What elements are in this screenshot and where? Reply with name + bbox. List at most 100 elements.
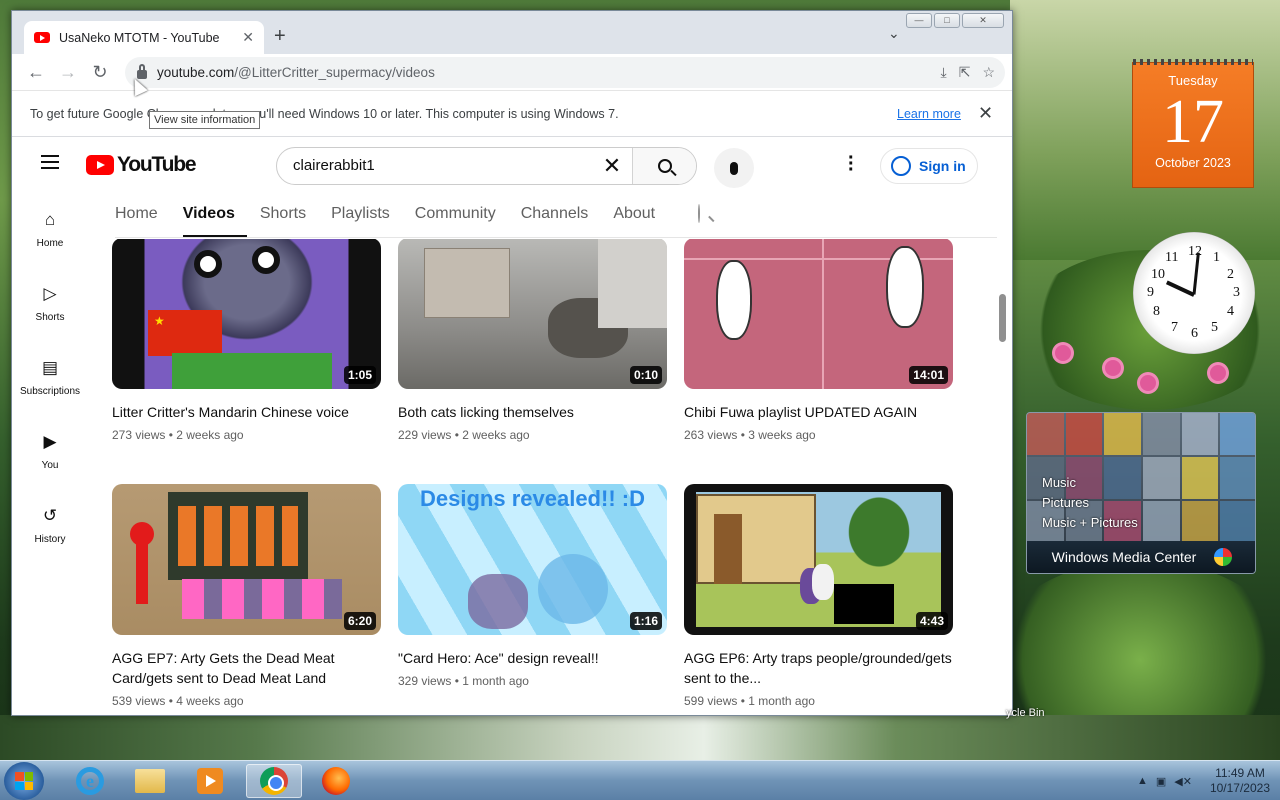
infobar-close-icon[interactable]: ✕ bbox=[978, 103, 993, 124]
new-tab-button[interactable]: + bbox=[274, 25, 286, 48]
video-duration: 14:01 bbox=[909, 366, 948, 384]
sign-in-button[interactable]: Sign in bbox=[880, 148, 978, 184]
video-thumbnail[interactable]: 0:10 bbox=[398, 239, 667, 389]
youtube-favicon-icon bbox=[34, 32, 50, 43]
guide-item-home[interactable]: ⌂ Home bbox=[12, 194, 88, 268]
video-card[interactable]: Designs revealed!! :D 1:16 "Card Hero: A… bbox=[398, 484, 668, 688]
taskbar: e ▲ ▣ ◀✕ 11:49 AM 10/17/2023 bbox=[0, 760, 1280, 800]
guide-item-shorts[interactable]: ▷ Shorts bbox=[12, 268, 88, 342]
video-card[interactable]: 0:10 Both cats licking themselves 229 vi… bbox=[398, 239, 668, 442]
settings-more-icon[interactable]: · · · bbox=[848, 148, 855, 180]
youtube-logo[interactable]: YouTube bbox=[86, 153, 197, 177]
video-thumbnail[interactable]: 6:20 bbox=[112, 484, 381, 635]
start-button[interactable] bbox=[4, 762, 44, 800]
video-grid: ★ 1:05 Litter Critter's Mandarin Chinese… bbox=[112, 239, 972, 715]
volume-muted-icon[interactable]: ◀✕ bbox=[1174, 775, 1192, 788]
video-card[interactable]: ★ 1:05 Litter Critter's Mandarin Chinese… bbox=[112, 239, 382, 442]
tab-home[interactable]: Home bbox=[115, 205, 170, 237]
video-thumbnail[interactable]: ★ 1:05 bbox=[112, 239, 381, 389]
media-center-gadget[interactable]: Music Pictures Music + Pictures Windows … bbox=[1026, 412, 1256, 574]
home-icon: ⌂ bbox=[44, 210, 56, 229]
browser-tab[interactable]: UsaNeko MTOTM - YouTube ✕ bbox=[24, 21, 264, 54]
close-window-button[interactable]: ✕ bbox=[962, 13, 1004, 28]
thumbnail-overlay-text: Designs revealed!! :D bbox=[420, 486, 645, 511]
reload-icon[interactable]: ↻ bbox=[84, 56, 116, 88]
chrome-window: UsaNeko MTOTM - YouTube ✕ + ⌄ — □ ✕ ← → … bbox=[11, 10, 1013, 716]
page-scrollbar[interactable] bbox=[999, 294, 1006, 342]
video-card[interactable]: 4:43 AGG EP6: Arty traps people/grounded… bbox=[684, 484, 954, 708]
voice-search-button[interactable] bbox=[714, 148, 754, 188]
channel-search-icon[interactable] bbox=[698, 204, 718, 225]
tab-title: UsaNeko MTOTM - YouTube bbox=[59, 30, 220, 45]
media-center-item-pictures[interactable]: Pictures bbox=[1042, 493, 1138, 513]
calendar-month: October 2023 bbox=[1155, 156, 1231, 170]
video-title[interactable]: Chibi Fuwa playlist UPDATED AGAIN bbox=[684, 402, 954, 422]
tab-shorts[interactable]: Shorts bbox=[260, 205, 318, 237]
media-center-item-music[interactable]: Music bbox=[1042, 473, 1138, 493]
guide-item-subscriptions[interactable]: ▤ Subscriptions bbox=[12, 342, 88, 416]
taskbar-firefox[interactable] bbox=[308, 764, 364, 798]
shorts-icon: ▷ bbox=[43, 284, 57, 303]
share-icon[interactable]: ⇱ bbox=[959, 64, 971, 81]
clock-hour-hand bbox=[1165, 280, 1195, 297]
video-thumbnail[interactable]: 4:43 bbox=[684, 484, 953, 635]
site-info-tooltip: View site information bbox=[149, 111, 261, 129]
window-controls: — □ ✕ bbox=[906, 13, 1004, 28]
video-title[interactable]: AGG EP6: Arty traps people/grounded/gets… bbox=[684, 648, 954, 688]
calendar-weekday: Tuesday bbox=[1168, 73, 1218, 88]
taskbar-explorer[interactable] bbox=[122, 764, 178, 798]
video-thumbnail[interactable]: Designs revealed!! :D 1:16 bbox=[398, 484, 667, 635]
video-thumbnail[interactable]: 14:01 bbox=[684, 239, 953, 389]
tab-channels[interactable]: Channels bbox=[521, 205, 601, 237]
tab-about[interactable]: About bbox=[613, 205, 667, 237]
title-bar: UsaNeko MTOTM - YouTube ✕ + ⌄ — □ ✕ bbox=[12, 11, 1012, 54]
tab-videos[interactable]: Videos bbox=[182, 205, 247, 237]
media-center-item-music-pictures[interactable]: Music + Pictures bbox=[1042, 513, 1138, 533]
internet-explorer-icon: e bbox=[76, 767, 104, 795]
video-meta: 329 views • 1 month ago bbox=[398, 674, 529, 688]
menu-hamburger-icon[interactable] bbox=[41, 155, 59, 169]
guide-item-you[interactable]: ▶ You bbox=[12, 416, 88, 490]
show-hidden-icons-icon[interactable]: ▲ bbox=[1137, 775, 1148, 787]
video-card[interactable]: 14:01 Chibi Fuwa playlist UPDATED AGAIN … bbox=[684, 239, 954, 442]
video-title[interactable]: Both cats licking themselves bbox=[398, 402, 668, 422]
video-title[interactable]: AGG EP7: Arty Gets the Dead Meat Card/ge… bbox=[112, 648, 382, 688]
taskbar-internet-explorer[interactable]: e bbox=[62, 764, 118, 798]
url-text[interactable]: youtube.com/@LitterCritter_supermacy/vid… bbox=[157, 65, 941, 80]
calendar-gadget[interactable]: Tuesday 17 October 2023 bbox=[1132, 59, 1254, 188]
system-clock[interactable]: 11:49 AM 10/17/2023 bbox=[1210, 766, 1270, 796]
address-bar[interactable]: youtube.com/@LitterCritter_supermacy/vid… bbox=[125, 57, 1005, 88]
video-meta: 229 views • 2 weeks ago bbox=[398, 428, 530, 442]
video-title[interactable]: Litter Critter's Mandarin Chinese voice bbox=[112, 402, 382, 422]
search-button[interactable] bbox=[632, 148, 696, 184]
clock-gadget[interactable]: 12 1 2 3 4 5 6 7 8 9 10 11 bbox=[1133, 232, 1255, 354]
video-card[interactable]: 6:20 AGG EP7: Arty Gets the Dead Meat Ca… bbox=[112, 484, 382, 708]
recycle-bin-label[interactable]: ycle Bin bbox=[1006, 707, 1045, 719]
clear-search-icon[interactable]: ✕ bbox=[592, 148, 632, 184]
infobar-message: To get future Google Chrome updates, you… bbox=[30, 106, 619, 121]
windows-logo-icon bbox=[15, 772, 33, 790]
tab-community[interactable]: Community bbox=[415, 205, 508, 237]
install-app-icon[interactable]: ⤓ bbox=[941, 64, 947, 81]
you-icon: ▶ bbox=[43, 432, 57, 451]
tab-playlists[interactable]: Playlists bbox=[331, 205, 402, 237]
taskbar-media-player[interactable] bbox=[182, 764, 238, 798]
bookmark-star-icon[interactable]: ☆ bbox=[982, 64, 995, 81]
video-duration: 6:20 bbox=[343, 612, 376, 630]
minimize-button[interactable]: — bbox=[906, 13, 932, 28]
guide-item-history[interactable]: ↺ History bbox=[12, 490, 88, 564]
tab-close-icon[interactable]: ✕ bbox=[242, 29, 254, 46]
taskbar-chrome[interactable] bbox=[246, 764, 302, 798]
history-icon: ↺ bbox=[42, 506, 58, 525]
video-duration: 4:43 bbox=[915, 612, 948, 630]
network-icon[interactable]: ▣ bbox=[1156, 775, 1166, 788]
learn-more-link[interactable]: Learn more bbox=[897, 107, 961, 121]
account-icon bbox=[891, 156, 911, 176]
video-title[interactable]: "Card Hero: Ace" design reveal!! bbox=[398, 648, 668, 668]
search-input[interactable]: clairerabbit1 bbox=[277, 148, 592, 184]
maximize-button[interactable]: □ bbox=[934, 13, 960, 28]
back-arrow-icon[interactable]: ← bbox=[20, 56, 52, 88]
search-box: clairerabbit1 ✕ bbox=[276, 147, 697, 185]
tab-search-chevron-down-icon[interactable]: ⌄ bbox=[888, 25, 900, 42]
forward-arrow-icon[interactable]: → bbox=[52, 56, 84, 88]
